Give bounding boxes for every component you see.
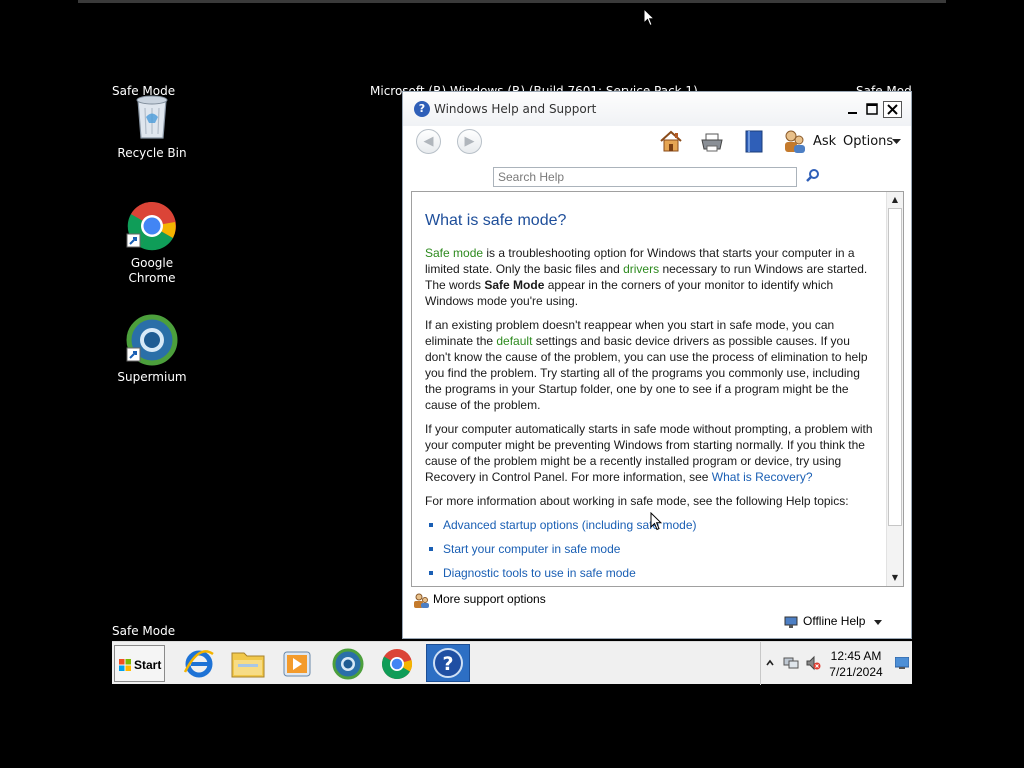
taskbar-file-explorer[interactable] bbox=[226, 644, 270, 682]
safe-mode-label-bottom-left: Safe Mode bbox=[112, 624, 176, 638]
network-icon[interactable] bbox=[783, 655, 799, 671]
offline-help-dropdown-arrow-icon bbox=[874, 620, 882, 625]
maximize-button[interactable] bbox=[863, 101, 882, 118]
chrome-icon bbox=[126, 200, 178, 252]
options-menu-button[interactable]: Options bbox=[843, 134, 893, 149]
content-scrollbar[interactable]: ▲ ▼ bbox=[886, 192, 903, 586]
help-article: What is safe mode? Safe mode is a troubl… bbox=[412, 192, 886, 586]
desktop-icon-supermium[interactable]: Supermium bbox=[112, 314, 192, 385]
article-heading: What is safe mode? bbox=[425, 212, 567, 229]
taskbar-supermium[interactable] bbox=[326, 644, 370, 682]
supermium-label: Supermium bbox=[117, 370, 187, 384]
help-content-pane: What is safe mode? Safe mode is a troubl… bbox=[411, 191, 904, 587]
article-paragraph-4: For more information about working in sa… bbox=[425, 494, 849, 508]
article-paragraph-1: Safe mode is a troubleshooting option fo… bbox=[425, 245, 877, 309]
taskbar-media-player[interactable] bbox=[275, 644, 319, 682]
article-paragraph-2: If an existing problem doesn't reappear … bbox=[425, 317, 877, 413]
support-people-icon bbox=[414, 593, 429, 608]
window-titlebar[interactable]: ? Windows Help and Support bbox=[403, 92, 911, 126]
recycle-bin-icon bbox=[126, 90, 178, 142]
article-paragraph-3: If your computer automatically starts in… bbox=[425, 421, 877, 485]
print-icon[interactable] bbox=[699, 128, 725, 154]
forward-arrow-icon[interactable]: ▶ bbox=[457, 129, 482, 154]
clock-date: 7/21/2024 bbox=[829, 665, 883, 679]
supermium-icon bbox=[126, 314, 178, 366]
help-question-icon: ? bbox=[414, 101, 430, 117]
chrome-icon bbox=[381, 649, 413, 680]
taskbar-chrome[interactable] bbox=[375, 644, 419, 682]
mouse-cursor-icon bbox=[643, 8, 655, 27]
system-tray: 12:45 AM 7/21/2024 bbox=[760, 642, 912, 685]
monitor-offline-icon bbox=[784, 616, 798, 628]
ask-people-icon[interactable] bbox=[782, 128, 806, 154]
desktop-icon-recycle-bin[interactable]: Recycle Bin bbox=[112, 90, 192, 161]
system-clock[interactable]: 12:45 AM 7/21/2024 bbox=[823, 648, 889, 680]
help-topic-link[interactable]: Diagnostic tools to use in safe mode bbox=[425, 565, 886, 586]
top-edge-bar bbox=[78, 0, 946, 3]
minimize-button[interactable] bbox=[844, 101, 863, 118]
internet-explorer-icon bbox=[183, 650, 214, 678]
supermium-icon bbox=[332, 648, 364, 680]
window-title: Windows Help and Support bbox=[434, 102, 597, 116]
browse-help-book-icon[interactable] bbox=[742, 128, 766, 154]
taskbar-help-and-support[interactable]: ? bbox=[426, 644, 470, 682]
taskbar-internet-explorer[interactable] bbox=[177, 644, 221, 682]
offline-help-label: Offline Help bbox=[803, 614, 866, 628]
mouse-cursor-icon bbox=[650, 512, 662, 531]
scrollbar-thumb[interactable] bbox=[888, 208, 902, 526]
svg-text:?: ? bbox=[442, 653, 453, 675]
taskbar: Start ? 12:45 AM 7/21/2024 bbox=[112, 641, 912, 685]
close-button[interactable] bbox=[883, 101, 902, 118]
drivers-term-link[interactable]: drivers bbox=[623, 262, 659, 276]
chrome-label: Google Chrome bbox=[128, 256, 176, 285]
help-toolbar: ◀ ▶ Ask Options bbox=[403, 126, 911, 160]
recycle-bin-label: Recycle Bin bbox=[117, 146, 187, 160]
more-support-options-label: More support options bbox=[433, 592, 546, 606]
search-icon[interactable] bbox=[805, 168, 821, 184]
back-arrow-icon[interactable]: ◀ bbox=[416, 129, 441, 154]
search-row bbox=[403, 160, 911, 192]
help-and-support-window: ? Windows Help and Support ◀ ▶ Ask Optio… bbox=[402, 91, 912, 639]
file-explorer-icon bbox=[231, 652, 265, 678]
options-dropdown-arrow-icon[interactable] bbox=[892, 139, 901, 145]
clock-time: 12:45 AM bbox=[830, 649, 882, 663]
scroll-up-arrow-icon[interactable]: ▲ bbox=[887, 192, 903, 208]
safe-mode-bold-text: Safe Mode bbox=[484, 278, 545, 292]
start-label: Start bbox=[134, 658, 162, 672]
safe-mode-term-link[interactable]: Safe mode bbox=[425, 246, 483, 260]
help-topic-link[interactable]: Start your computer in safe mode bbox=[425, 541, 886, 565]
what-is-recovery-link[interactable]: What is Recovery? bbox=[712, 470, 813, 484]
scroll-down-arrow-icon[interactable]: ▼ bbox=[887, 570, 903, 586]
home-icon[interactable] bbox=[658, 128, 684, 154]
volume-muted-icon[interactable] bbox=[805, 655, 821, 671]
show-desktop-icon[interactable] bbox=[895, 657, 909, 669]
media-player-icon bbox=[283, 651, 311, 677]
show-hidden-icons-chevron-icon[interactable] bbox=[766, 658, 774, 668]
ask-button[interactable]: Ask bbox=[813, 134, 836, 149]
default-term-link[interactable]: default bbox=[496, 334, 532, 348]
help-support-icon: ? bbox=[433, 648, 463, 678]
windows-logo-icon bbox=[119, 659, 131, 671]
search-help-input[interactable] bbox=[493, 167, 797, 187]
start-button[interactable]: Start bbox=[114, 645, 165, 682]
desktop-icon-google-chrome[interactable]: Google Chrome bbox=[112, 200, 192, 286]
